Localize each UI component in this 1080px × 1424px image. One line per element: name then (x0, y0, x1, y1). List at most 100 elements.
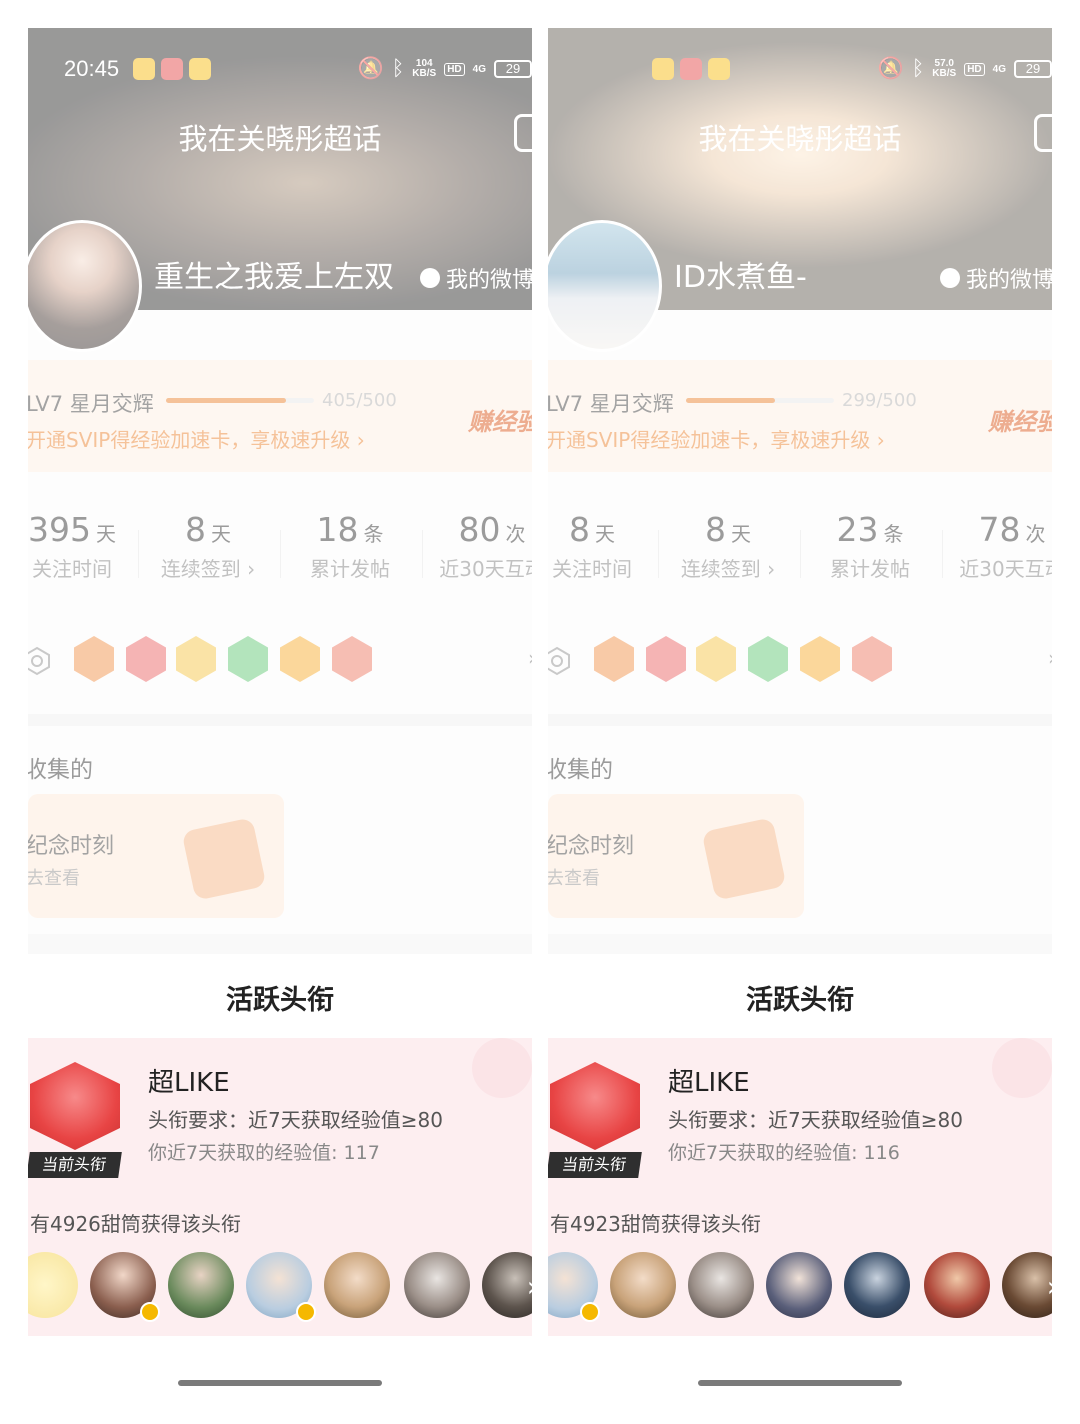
bluetooth-icon: ᛒ (391, 57, 405, 80)
divider (800, 530, 801, 578)
my-weibo-label: 我的微博 (966, 268, 1052, 293)
memory-card-subtitle: 去查看 (548, 868, 600, 889)
level-progress-bar (166, 398, 314, 403)
hd-icon: HD (964, 62, 985, 76)
trophy-badge-icon (550, 1062, 640, 1150)
settings-icon[interactable] (1034, 114, 1052, 152)
hd-icon: HD (444, 62, 465, 76)
tips-app-icon (189, 58, 212, 80)
avatar[interactable] (28, 1252, 78, 1318)
avatar[interactable] (482, 1252, 532, 1318)
avatar[interactable] (548, 220, 662, 352)
divider (138, 530, 139, 578)
svip-link[interactable]: 开通SVIP得经验加速卡，享极速升级 › (28, 424, 365, 453)
calendar-icon (701, 817, 787, 901)
stat-label: 近30天互动 (439, 557, 532, 581)
level-progress-text: 405/500 (322, 390, 397, 411)
user-icon (940, 268, 960, 288)
signal-icon: 4G (992, 63, 1006, 75)
badge-row[interactable]: › (548, 636, 1052, 686)
stat-unit: 天 (96, 522, 117, 546)
weibo-app-icon (133, 58, 156, 80)
notification-icons (133, 58, 212, 80)
hand-badge-icon (748, 636, 788, 682)
page-title: 我在关晓彤超话 (698, 122, 902, 156)
badge-settings-icon (548, 646, 570, 676)
stat-interactions: 78 次 近30天互动 (942, 510, 1052, 582)
avatar[interactable] (404, 1252, 470, 1318)
nickname: 重生之我爱上左双 (154, 260, 394, 295)
level-label: LV7 星月交辉 (28, 392, 154, 416)
memory-card-subtitle: 去查看 (28, 868, 80, 889)
title-requirement: 头衔要求：近7天获取经验值≥80 (668, 1108, 963, 1132)
home-indicator[interactable] (698, 1380, 902, 1386)
avatar[interactable] (28, 220, 142, 352)
system-icons: 🔕 ᛒ 104 KB/S HD 4G 29 (358, 57, 532, 81)
avatar[interactable] (168, 1252, 234, 1318)
divider (280, 530, 281, 578)
system-icons: 🔕 ᛒ 57.0 KB/S HD 4G 29 (878, 57, 1052, 81)
my-exp: 你近7天获取的经验值: 116 (668, 1142, 900, 1164)
hand-badge-icon (228, 636, 268, 682)
avatar[interactable] (844, 1252, 910, 1318)
stat-unit: 条 (883, 522, 904, 546)
chevron-right-icon[interactable]: › (527, 1270, 532, 1303)
my-weibo-link[interactable]: 我的微博 (420, 262, 532, 294)
avatar[interactable] (324, 1252, 390, 1318)
my-exp: 你近7天获取的经验值: 117 (148, 1142, 380, 1164)
signal-icon: 4G (472, 63, 486, 75)
trophy-badge-icon (126, 636, 166, 682)
my-weibo-link[interactable]: 我的微博 (940, 262, 1052, 294)
earn-exp-button[interactable]: 赚经验 (988, 402, 1052, 437)
screenshot-left: 20:45 🔕 ᛒ 104 KB/S HD 4G 29 我在关晓彤超话 重生之我爱… (28, 28, 532, 1424)
stat-checkin[interactable]: 8 天 连续签到 › (658, 510, 798, 582)
home-indicator[interactable] (178, 1380, 382, 1386)
memory-card-title: 纪念时刻 (548, 834, 635, 859)
trophy-badge-icon (30, 1062, 120, 1150)
hi-badge-icon (176, 636, 216, 682)
svip-link[interactable]: 开通SVIP得经验加速卡，享极速升级 › (548, 424, 885, 453)
section-divider (548, 934, 1052, 954)
supertopic-profile: 🔕 ᛒ 57.0 KB/S HD 4G 29 我在关晓彤超话 ID水煮鱼- 我的微… (548, 28, 1052, 954)
earn-exp-button[interactable]: 赚经验 (468, 402, 532, 437)
status-bar: 🔕 ᛒ 57.0 KB/S HD 4G 29 (548, 52, 1052, 86)
memory-card-title: 纪念时刻 (28, 834, 115, 859)
mute-bell-icon: 🔕 (877, 57, 904, 80)
stat-follow-time: 395 天 关注时间 (28, 510, 142, 582)
badge-settings-icon (28, 646, 50, 676)
stat-checkin[interactable]: 8 天 连续签到 › (138, 510, 278, 582)
level-progress-fill (166, 398, 286, 403)
title-name: 超LIKE (148, 1068, 230, 1098)
love-badge-icon (332, 636, 372, 682)
chevron-right-icon: › (528, 646, 532, 670)
memory-card[interactable]: 纪念时刻 去查看 (548, 794, 804, 918)
active-title-sheet: 活跃头衔 当前头衔 超LIKE 头衔要求：近7天获取经验值≥80 你近7天获取的… (28, 954, 532, 1424)
memory-card[interactable]: 纪念时刻 去查看 (28, 794, 284, 918)
badge-row[interactable]: › (28, 636, 532, 686)
current-title-tag: 当前头衔 (28, 1152, 122, 1178)
stat-value: 395 (28, 510, 91, 549)
verified-icon (580, 1302, 600, 1322)
holders-count: 有4923甜筒获得该头衔 (550, 1212, 761, 1236)
nickname: ID水煮鱼- (674, 260, 807, 295)
chevron-right-icon[interactable]: › (1047, 1270, 1052, 1303)
stat-unit: 天 (731, 522, 752, 546)
stat-value: 78 (978, 510, 1021, 549)
divider (658, 530, 659, 578)
avatar[interactable] (924, 1252, 990, 1318)
stat-value: 23 (836, 510, 879, 549)
hi-badge-icon (696, 636, 736, 682)
divider (942, 530, 943, 578)
avatar[interactable] (766, 1252, 832, 1318)
avatar[interactable] (1002, 1252, 1052, 1318)
status-time: 20:45 (64, 56, 120, 81)
avatar[interactable] (610, 1252, 676, 1318)
settings-icon[interactable] (514, 114, 532, 152)
stat-label: 累计发帖 (830, 557, 910, 581)
stat-unit: 天 (211, 522, 232, 546)
battery-icon: 29 (1014, 60, 1052, 78)
user-icon (420, 268, 440, 288)
stat-value: 18 (316, 510, 359, 549)
avatar[interactable] (688, 1252, 754, 1318)
decoration (992, 1038, 1052, 1098)
